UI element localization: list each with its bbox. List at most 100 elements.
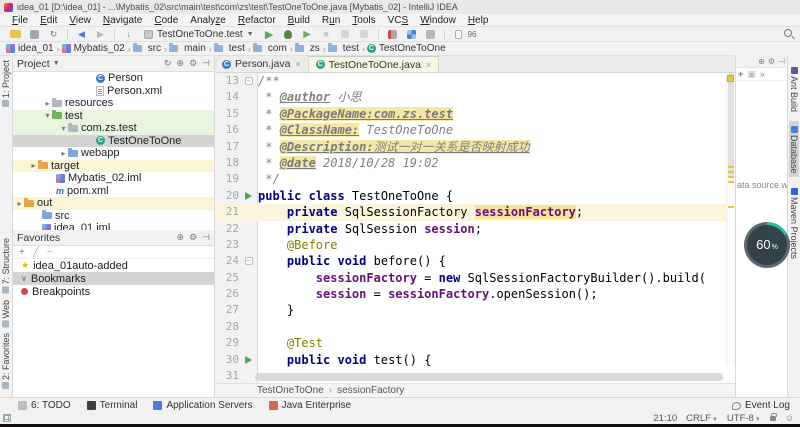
code-line-17[interactable]: 17 * @Description:测试一对一关系是否映射成功 [215,139,735,155]
tree-item-testonetoone[interactable]: CTestOneToOne [13,135,214,148]
tree-item-target[interactable]: ▸target [13,160,214,173]
menu-item-vcs[interactable]: VCS [382,15,415,26]
run-icon[interactable] [245,356,252,364]
fold-icon[interactable]: − [239,253,258,269]
breadcrumb-item[interactable]: com› [253,43,293,54]
breadcrumb-item[interactable]: src› [133,43,167,54]
menu-item-edit[interactable]: Edit [34,15,63,26]
close-icon[interactable]: × [426,60,431,70]
code-line-22[interactable]: 22 private SqlSession session; [215,221,735,237]
tool-window-button-java-enterprise[interactable]: Java Enterprise [269,400,351,411]
search-icon[interactable] [784,29,792,37]
breadcrumb-item[interactable]: test› [214,43,251,54]
face-icon[interactable]: ☺ [785,413,794,423]
favorites-item-bookmarks[interactable]: ∨Bookmarks [13,272,214,285]
lock-icon[interactable] [770,416,776,421]
back-icon[interactable]: ◀ [75,29,88,40]
stripe-button-7-structure[interactable]: 7: Structure [1,238,11,296]
open-folder-icon[interactable] [9,29,22,40]
event-log-button[interactable]: Event Log [732,398,790,413]
tool-window-switcher-icon[interactable] [3,414,11,422]
tree-item-person-xml[interactable]: Person.xml [13,85,214,98]
code-line-23[interactable]: 23 @Before [215,237,735,253]
code-line-29[interactable]: 29 @Test [215,335,735,351]
code-line-21[interactable]: 21 private SqlSessionFactory sessionFact… [215,204,735,220]
menu-item-file[interactable]: File [6,15,34,26]
close-icon[interactable]: × [295,59,300,69]
run-gutter-icon[interactable] [239,188,258,204]
code-line-25[interactable]: 25 sessionFactory = new SqlSessionFactor… [215,270,735,286]
tree-item-test[interactable]: ▾test [13,110,214,123]
fold-icon[interactable]: − [245,257,253,265]
stripe-button-ant-build[interactable]: Ant Build [789,62,799,115]
breadcrumb-member[interactable]: sessionFactory [337,385,404,396]
duplicate-icon[interactable]: ▣ [747,69,756,80]
code-line-13[interactable]: 13−/** [215,73,735,89]
tool-window-button-application-servers[interactable]: Application Servers [153,400,252,411]
tree-item-com-zs-test[interactable]: ▾com.zs.test [13,122,214,135]
sdk-icon[interactable] [424,29,437,40]
edit-favorite-icon[interactable]: ╱ [33,247,39,258]
favorites-item-idea_01[interactable]: ★idea_01auto-added [13,259,214,272]
gear-icon[interactable]: ⚙ [768,57,775,66]
breadcrumb-class[interactable]: TestOneToOne [257,385,324,396]
save-icon[interactable] [28,29,41,40]
breadcrumb-item[interactable]: zs› [295,43,326,54]
tree-item-webapp[interactable]: ▸webapp [13,147,214,160]
fold-icon[interactable]: − [239,73,258,89]
debug-icon[interactable] [282,29,295,40]
code-area[interactable]: 13−/**14 * @author 小思15 * @PackageName:c… [215,73,735,383]
tree-item-resources[interactable]: ▸resources [13,97,214,110]
locate-icon[interactable]: ⊕ [177,58,185,69]
editor-tab-testonetoone-java[interactable]: CTestOneToOne.java× [309,56,439,72]
forward-icon[interactable]: ▶ [94,29,107,40]
tree-item-out[interactable]: ▸out [13,197,214,210]
file-encoding[interactable]: UTF-8▼ [727,413,761,424]
more-icon[interactable]: » [760,69,765,79]
editor-tab-person-java[interactable]: CPerson.java× [215,56,309,72]
code-line-19[interactable]: 19 */ [215,171,735,187]
add-datasource-icon[interactable]: + [738,69,743,79]
breadcrumb-item[interactable]: main› [169,43,212,54]
code-line-16[interactable]: 16 * @ClassName: TestOneToOne [215,122,735,138]
code-line-24[interactable]: 24− public void before() { [215,253,735,269]
menu-item-tools[interactable]: Tools [346,15,381,26]
line-separator[interactable]: CRLF▼ [686,413,718,424]
annotate-icon[interactable]: ↓ [122,29,135,40]
gear-icon[interactable]: ⚙ [189,58,197,69]
stripe-button-2-favorites[interactable]: 2: Favorites [1,333,11,391]
code-line-18[interactable]: 18 * @date 2018/10/28 19:02 [215,155,735,171]
tool-window-button-6-todo[interactable]: 6: TODO [18,400,71,411]
menu-item-analyze[interactable]: Analyze [184,15,232,26]
code-line-20[interactable]: 20public class TestOneToOne { [215,188,735,204]
code-line-14[interactable]: 14 * @author 小思 [215,89,735,105]
caret-position[interactable]: 21:10 [653,413,677,424]
hide-panel-icon[interactable]: ⊣ [778,57,785,66]
menu-item-run[interactable]: Run [316,15,346,26]
tree-toggle-icon[interactable]: ▾ [59,124,68,133]
tree-item-mybatis_02-iml[interactable]: Mybatis_02.iml [13,172,214,185]
breadcrumb-item[interactable]: CTestOneToOne [367,43,446,54]
chevron-down-icon[interactable]: ▼ [53,60,60,67]
tree-toggle-icon[interactable]: ▸ [29,161,38,170]
gear-icon[interactable]: ⚙ [189,232,197,243]
stripe-button-maven-projects[interactable]: Maven Projects [789,183,799,262]
sync-icon[interactable]: ↻ [47,29,60,40]
code-line-26[interactable]: 26 session = sessionFactory.openSession(… [215,286,735,302]
run-icon[interactable] [245,192,252,200]
run-icon[interactable]: ▶ [263,29,276,40]
code-line-15[interactable]: 15 * @PackageName:com.zs.test [215,106,735,122]
scrollbar-thumb[interactable] [728,73,734,178]
stripe-button-web[interactable]: Web [1,300,11,329]
remove-favorite-icon[interactable]: − [47,247,53,258]
tree-item-pom-xml[interactable]: mpom.xml [13,185,214,198]
stripe-button-database[interactable]: Database [789,121,799,177]
menu-item-build[interactable]: Build [282,15,316,26]
menu-item-refactor[interactable]: Refactor [232,15,282,26]
breadcrumb-item[interactable]: idea_01› [6,43,60,54]
project-structure-icon[interactable] [405,29,418,40]
tree-toggle-icon[interactable]: ▸ [59,149,68,158]
vertical-scrollbar[interactable] [726,73,735,366]
breadcrumb-item[interactable]: test› [328,43,365,54]
add-favorite-icon[interactable]: + [19,247,25,258]
